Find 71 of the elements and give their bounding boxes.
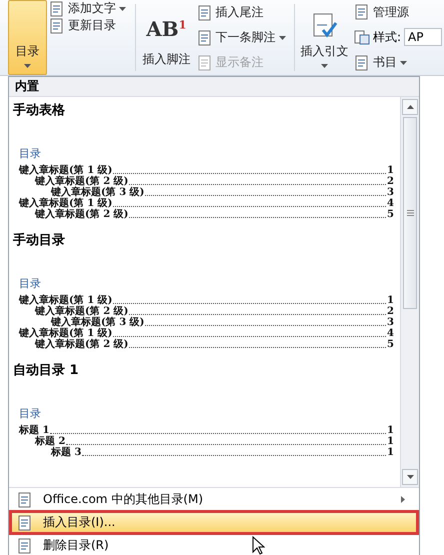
toc-button[interactable]: 目录 <box>8 0 48 75</box>
menu-item[interactable]: 插入目录(I)... <box>11 512 417 534</box>
ribbon-button[interactable]: 更新目录 <box>49 17 132 34</box>
document-icon <box>49 18 66 34</box>
submenu-arrow-icon <box>401 496 405 504</box>
page-number: 4 <box>387 328 394 340</box>
document-icon <box>17 492 33 508</box>
caret-icon <box>119 6 126 10</box>
page-number: 1 <box>387 425 394 436</box>
menu-item[interactable]: 删除目录(R) <box>11 535 417 555</box>
gallery-item-title[interactable]: 手动目录 <box>13 231 394 252</box>
scroll-down-button[interactable] <box>402 469 418 486</box>
gallery-item-title[interactable]: 手动表格 <box>13 101 394 122</box>
caret-icon <box>278 36 286 40</box>
page-number: 4 <box>387 198 394 210</box>
toc-entry-text: 键入章标题(第 2 级) <box>35 176 128 188</box>
page-number: 1 <box>387 165 394 176</box>
page-number: 3 <box>387 317 394 328</box>
document-icon <box>196 54 213 70</box>
ribbon-button[interactable]: 下一条脚注 <box>196 29 290 46</box>
ribbon-button[interactable]: 书目 <box>354 54 442 72</box>
toc-entry-text: 键入章标题(第 3 级) <box>51 187 144 198</box>
style-icon <box>354 29 370 46</box>
document-icon <box>17 514 33 531</box>
page-number: 1 <box>387 447 394 458</box>
scroll-up-button[interactable] <box>402 99 418 116</box>
document-icon <box>354 54 370 71</box>
caret-icon <box>24 64 32 68</box>
toc-entry-text: 键入章标题(第 2 级) <box>35 306 128 318</box>
footnote-icon: AB$^{1}$ <box>146 17 186 41</box>
up-arrow-icon <box>406 105 414 110</box>
toc-entry-text: 键入章标题(第 2 级) <box>35 209 128 220</box>
insert-footnote-button[interactable]: AB$^{1}$ 插入脚注 <box>138 0 195 75</box>
toc-entry-text: 标题 1 <box>19 425 50 436</box>
scrollbar-thumb[interactable] <box>403 117 417 310</box>
toc-entry-text: 键入章标题(第 3 级) <box>51 317 144 328</box>
insert-citation-button[interactable]: 插入引文 <box>297 0 352 75</box>
toc-entry-text: 键入章标题(第 1 级) <box>19 295 112 306</box>
page-number: 5 <box>387 209 394 220</box>
toc-entry-text: 键入章标题(第 1 级) <box>19 165 112 176</box>
gallery-item-title[interactable]: 自动目录 1 <box>13 361 394 382</box>
page-number: 1 <box>387 295 394 306</box>
toc-heading: 目录 <box>19 406 42 422</box>
page-number: 2 <box>387 306 394 318</box>
grip-icon <box>406 210 414 216</box>
section-header: 内置 <box>9 77 419 98</box>
citation-icon <box>312 13 338 39</box>
toc-entry-text: 键入章标题(第 1 级) <box>19 328 112 340</box>
document-icon <box>49 0 66 16</box>
page-number: 3 <box>387 187 394 198</box>
style-select[interactable]: AP <box>404 28 442 46</box>
toc-entry-text: 标题 2 <box>35 436 66 448</box>
caret-icon <box>400 60 407 65</box>
document-icon <box>196 30 213 46</box>
page-number: 2 <box>387 176 394 188</box>
document-icon <box>196 4 213 20</box>
toc-entry-text: 键入章标题(第 2 级) <box>35 339 128 350</box>
caret-icon <box>406 475 414 480</box>
toc-entry-text: 标题 3 <box>51 447 82 458</box>
toc-heading: 目录 <box>19 146 42 162</box>
toc-entry-text: 键入章标题(第 1 级) <box>19 198 112 210</box>
style-label: 样式: <box>372 28 401 46</box>
ribbon-button[interactable]: 管理源 <box>354 4 442 21</box>
toc-heading: 目录 <box>19 276 42 292</box>
page-number: 1 <box>387 436 394 448</box>
caret-icon <box>321 64 328 68</box>
page-number: 5 <box>387 339 394 350</box>
ribbon-button[interactable]: 插入尾注 <box>196 4 290 21</box>
document-icon <box>354 4 370 20</box>
ribbon-button[interactable]: 添加文字 <box>49 0 132 17</box>
menu-item[interactable]: Office.com 中的其他目录(M) <box>11 489 417 510</box>
